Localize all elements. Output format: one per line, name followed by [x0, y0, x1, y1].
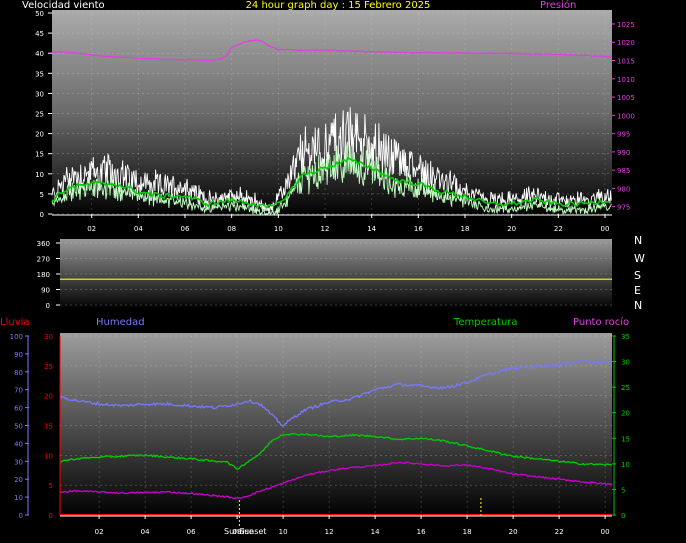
humidity-y-tick-label: 20	[14, 476, 23, 484]
pressure-y-tick-label: 1025	[617, 21, 635, 29]
wind-y-tick-label: 20	[35, 131, 44, 139]
bottom-x-tick-label: 20	[509, 528, 518, 536]
humidity-y-tick-label: 30	[14, 458, 23, 466]
rain-y-tick-label: 10	[44, 452, 53, 460]
wind-x-tick-label: 00	[601, 225, 610, 233]
wind-x-tick-label: 20	[507, 225, 516, 233]
bottom-x-tick-label: 00	[601, 528, 610, 536]
humidity-y-tick-label: 10	[14, 494, 23, 502]
humidity-y-tick-label: 0	[19, 512, 23, 520]
wind-y-tick-label: 10	[35, 171, 44, 179]
humidity-y-tick-label: 60	[14, 405, 23, 413]
cardinal-e: E	[634, 284, 641, 297]
wind-y-tick-label: 30	[35, 90, 44, 98]
pressure-label: Presión	[540, 0, 576, 11]
wind-y-tick-label: 15	[35, 151, 44, 159]
wind-y-tick-label: 35	[35, 70, 44, 78]
rain-y-tick-label: 0	[49, 512, 53, 520]
wind-x-tick-label: 02	[87, 225, 96, 233]
humidity-label: Humedad	[96, 317, 145, 328]
humidity-y-tick-label: 70	[14, 387, 23, 395]
bottom-x-tick-label: 06	[187, 528, 196, 536]
temperature-y-tick-label: 20	[621, 410, 630, 418]
temperature-y-tick-label: 15	[621, 435, 630, 443]
sunset-label: Sunset	[239, 527, 266, 536]
temperature-y-tick-label: 10	[621, 461, 630, 469]
direction-y-tick-label: 0	[46, 302, 50, 310]
pressure-y-tick-label: 980	[617, 185, 630, 193]
wind-x-tick-label: 12	[321, 225, 330, 233]
humidity-y-tick-label: 40	[14, 440, 23, 448]
wind-y-tick-label: 0	[40, 211, 44, 219]
temperature-y-tick-label: 0	[621, 512, 625, 520]
direction-y-tick-label: 360	[37, 240, 50, 248]
wind-y-tick-label: 5	[40, 191, 44, 199]
wind-speed-label: Velocidad viento	[22, 0, 105, 11]
temperature-label: Temperatura	[453, 317, 518, 328]
temperature-y-tick-label: 25	[621, 384, 630, 392]
bottom-x-tick-label: 04	[141, 528, 150, 536]
chart-title: 24 hour graph day : 15 Febrero 2025	[246, 0, 431, 11]
direction-y-tick-label: 180	[37, 271, 50, 279]
humidity-y-tick-label: 100	[10, 333, 23, 341]
cardinal-n-bottom: N	[634, 299, 642, 312]
pressure-y-tick-label: 985	[617, 167, 630, 175]
rain-y-tick-label: 20	[44, 393, 53, 401]
direction-y-tick-label: 270	[37, 256, 50, 264]
bottom-x-tick-label: 10	[279, 528, 288, 536]
wind-x-tick-label: 04	[134, 225, 143, 233]
pressure-y-tick-label: 975	[617, 204, 630, 212]
cardinal-w: W	[634, 252, 645, 265]
rain-y-tick-label: 30	[44, 333, 53, 341]
pressure-y-tick-label: 1000	[617, 112, 635, 120]
pressure-y-tick-label: 1010	[617, 76, 635, 84]
cardinal-s: S	[634, 269, 641, 282]
wind-y-tick-label: 45	[35, 30, 44, 38]
temperature-y-tick-label: 30	[621, 359, 630, 367]
wind-y-tick-label: 50	[35, 10, 44, 18]
wind-x-tick-label: 06	[181, 225, 190, 233]
direction-y-tick-label: 90	[41, 287, 50, 295]
wind-x-tick-label: 18	[461, 225, 470, 233]
pressure-y-tick-label: 990	[617, 149, 630, 157]
bottom-x-tick-label: 18	[463, 528, 472, 536]
wind-y-tick-label: 40	[35, 50, 44, 58]
wind-x-tick-label: 10	[274, 225, 283, 233]
dewpoint-label: Punto rocío	[573, 316, 629, 328]
rain-y-tick-label: 15	[44, 423, 53, 431]
rain-y-tick-label: 25	[44, 363, 53, 371]
bottom-x-tick-label: 14	[371, 528, 380, 536]
humidity-y-tick-label: 80	[14, 369, 23, 377]
weather-graph-svg: 0510152025303540455097598098599099510001…	[0, 0, 645, 536]
wind-x-tick-label: 22	[554, 225, 563, 233]
humidity-y-tick-label: 50	[14, 423, 23, 431]
cardinal-n-top: N	[634, 234, 642, 247]
rain-label: Lluvia	[0, 317, 30, 328]
temperature-y-tick-label: 5	[621, 486, 625, 494]
humidity-y-tick-label: 90	[14, 351, 23, 359]
rain-y-tick-label: 5	[49, 482, 53, 490]
pressure-y-tick-label: 995	[617, 131, 630, 139]
bottom-x-tick-label: 22	[555, 528, 564, 536]
bottom-x-tick-label: 16	[417, 528, 426, 536]
bottom-x-tick-label: 02	[95, 528, 104, 536]
pressure-y-tick-label: 1015	[617, 58, 635, 66]
temperature-y-tick-label: 35	[621, 333, 630, 341]
bottom-x-tick-label: 12	[325, 528, 334, 536]
wind-x-tick-label: 16	[414, 225, 423, 233]
wind-x-tick-label: 08	[227, 225, 236, 233]
pressure-y-tick-label: 1020	[617, 39, 635, 47]
wind-y-tick-label: 25	[35, 111, 44, 119]
wind-x-tick-label: 14	[367, 225, 376, 233]
weather-graph-page: 0 5 10 15 20 25 30 35 40 45 50 975 980 985 990 995 1000 1…	[0, 0, 686, 543]
pressure-y-tick-label: 1005	[617, 94, 635, 102]
